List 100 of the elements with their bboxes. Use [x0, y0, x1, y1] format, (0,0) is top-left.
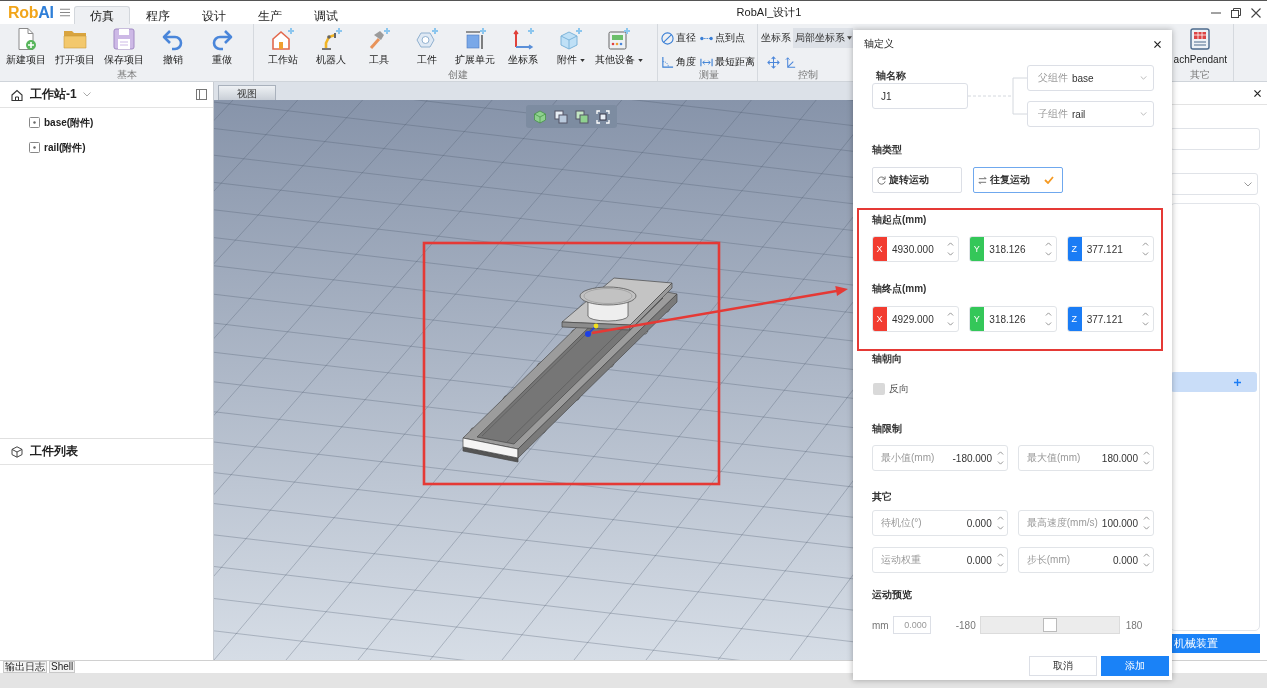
parent-select[interactable]: 父组件 base	[1027, 65, 1154, 91]
undo-icon	[160, 27, 185, 51]
close-icon[interactable]	[1251, 7, 1261, 18]
spinner-icon[interactable]	[1143, 515, 1150, 531]
ribbon-button[interactable]: 撤销	[148, 27, 197, 69]
pendant-icon	[1188, 27, 1213, 51]
number-input[interactable]: 运动权重 0.000	[872, 547, 1008, 573]
menu-tab[interactable]: 调试	[297, 6, 354, 24]
axis-badge: X	[873, 307, 887, 331]
ribbon-button[interactable]: achPendant	[1173, 27, 1227, 69]
spinner-icon[interactable]	[947, 241, 955, 257]
spinner-icon[interactable]	[1142, 241, 1149, 257]
add-button[interactable]: 添加	[1101, 656, 1169, 676]
stacked-squares-icon[interactable]	[574, 109, 589, 124]
output-tab[interactable]: 输出日志	[3, 661, 47, 673]
stacked-squares-icon[interactable]	[554, 109, 569, 124]
menu-icon[interactable]	[59, 8, 70, 17]
ribbon-button[interactable]: 重做	[197, 27, 246, 69]
preview-input[interactable]: 0.000	[892, 616, 931, 634]
coordinate-input[interactable]: X 4930.000	[872, 236, 960, 262]
coordinate-input[interactable]: Z 377.121	[1066, 306, 1154, 332]
ribbon-group-label: 其它	[1190, 69, 1211, 81]
spinner-icon[interactable]	[1143, 450, 1150, 466]
output-tab[interactable]: Shell	[49, 661, 76, 673]
section-label: 轴终点(mm)	[872, 283, 927, 295]
coordinate-input[interactable]: Z 377.121	[1066, 236, 1154, 262]
restore-icon[interactable]	[1231, 7, 1241, 18]
checkbox[interactable]	[873, 383, 885, 395]
coordinate-input[interactable]: X 4929.000	[872, 306, 960, 332]
ribbon-button[interactable]: 新建项目	[1, 27, 50, 69]
station-title[interactable]: 工作站-1	[30, 86, 77, 103]
fit-view-icon[interactable]	[595, 109, 610, 124]
ribbon-button[interactable]: 其他设备	[595, 27, 643, 69]
slider-track[interactable]	[979, 616, 1120, 634]
ribbon-button[interactable]: 打开项目	[50, 27, 99, 69]
ribbon-button[interactable]: 工具	[355, 27, 403, 69]
ribbon-button[interactable]: 机器人	[307, 27, 355, 69]
coordinate-input[interactable]: Y 318.126	[969, 306, 1057, 332]
ribbon-button[interactable]: 点到点	[700, 30, 757, 46]
robot-arm-icon	[319, 27, 343, 51]
axes-icon[interactable]	[784, 56, 797, 69]
name-input[interactable]: J1	[872, 83, 968, 109]
check-icon	[1044, 176, 1054, 184]
ribbon-button[interactable]: 最短距离	[700, 54, 757, 70]
add-device-button[interactable]: 机械装置	[1170, 634, 1260, 653]
menu-tab[interactable]: 设计	[185, 6, 242, 24]
caret-icon	[847, 36, 852, 40]
number-input[interactable]: 最高速度(mm/s) 100.000	[1017, 510, 1154, 536]
spinner-icon[interactable]	[947, 311, 955, 327]
close-icon[interactable]	[1154, 40, 1161, 48]
axis-type-option[interactable]: 旋转运动	[872, 167, 962, 193]
axis-type-option[interactable]: 往复运动	[973, 167, 1063, 193]
ribbon-button[interactable]: 工作站	[259, 27, 307, 69]
menu-tab[interactable]: 生产	[241, 6, 298, 24]
tree-item[interactable]: base(附件)	[0, 110, 213, 135]
cube-icon[interactable]	[533, 109, 548, 124]
ribbon-button[interactable]: 坐标系	[499, 27, 547, 69]
view-tab[interactable]: 视图	[218, 85, 276, 100]
spinner-icon[interactable]	[1044, 311, 1052, 327]
ribbon-button[interactable]: 工件	[403, 27, 451, 69]
ribbon-button[interactable]: 直径	[661, 30, 700, 46]
child-select[interactable]: 子组件 rail	[1027, 101, 1154, 127]
range-min-label: -180	[955, 619, 976, 631]
circle-diameter-icon	[661, 31, 674, 45]
spinner-icon[interactable]	[996, 552, 1004, 568]
ribbon-button[interactable]: 附件	[547, 27, 595, 69]
spinner-icon[interactable]	[1142, 311, 1149, 327]
rail-model[interactable]	[462, 277, 678, 463]
field-label: 最大值(mm)	[1027, 451, 1081, 465]
chevron-down-icon[interactable]	[82, 92, 91, 97]
coordinate-select[interactable]: 局部坐标系	[793, 28, 853, 48]
ribbon-button[interactable]: 保存项目	[99, 27, 148, 69]
sidebar-toggle-icon[interactable]	[196, 89, 207, 100]
slider-thumb[interactable]	[1042, 618, 1057, 632]
spinner-icon[interactable]	[997, 450, 1004, 466]
tree-item[interactable]: rail(附件)	[0, 135, 213, 160]
home-icon	[11, 88, 23, 101]
spinner-icon[interactable]	[1143, 552, 1150, 568]
number-input[interactable]: 步长(mm) 0.000	[1017, 547, 1154, 573]
spinner-icon[interactable]	[1044, 241, 1052, 257]
plus-icon[interactable]	[1234, 378, 1241, 386]
menu-tab[interactable]: 仿真	[73, 6, 130, 24]
spinner-icon[interactable]	[996, 515, 1004, 531]
checkbox-label[interactable]: 反向	[889, 382, 909, 396]
number-input[interactable]: 待机位(°) 0.000	[872, 510, 1008, 536]
cancel-button[interactable]: 取消	[1029, 656, 1097, 676]
number-input[interactable]: 最大值(mm) 180.000	[1018, 445, 1154, 471]
close-icon[interactable]	[1254, 89, 1261, 97]
dialog-title: 轴定义	[864, 37, 894, 51]
menu-tab[interactable]: 程序	[129, 6, 186, 24]
ribbon-button[interactable]: 扩展单元	[451, 27, 499, 69]
expand-box-icon	[463, 27, 487, 51]
list-row[interactable]	[1171, 372, 1257, 392]
axis-badge: Z	[1067, 237, 1082, 261]
coordinate-input[interactable]: Y 318.126	[969, 236, 1057, 262]
number-input[interactable]: 最小值(mm) -180.000	[872, 445, 1008, 471]
move-arrows-icon[interactable]	[767, 56, 780, 69]
ribbon-button[interactable]: 角度	[661, 54, 700, 70]
cube-icon	[11, 445, 23, 458]
ribbon-group-label: 基本	[117, 69, 137, 81]
